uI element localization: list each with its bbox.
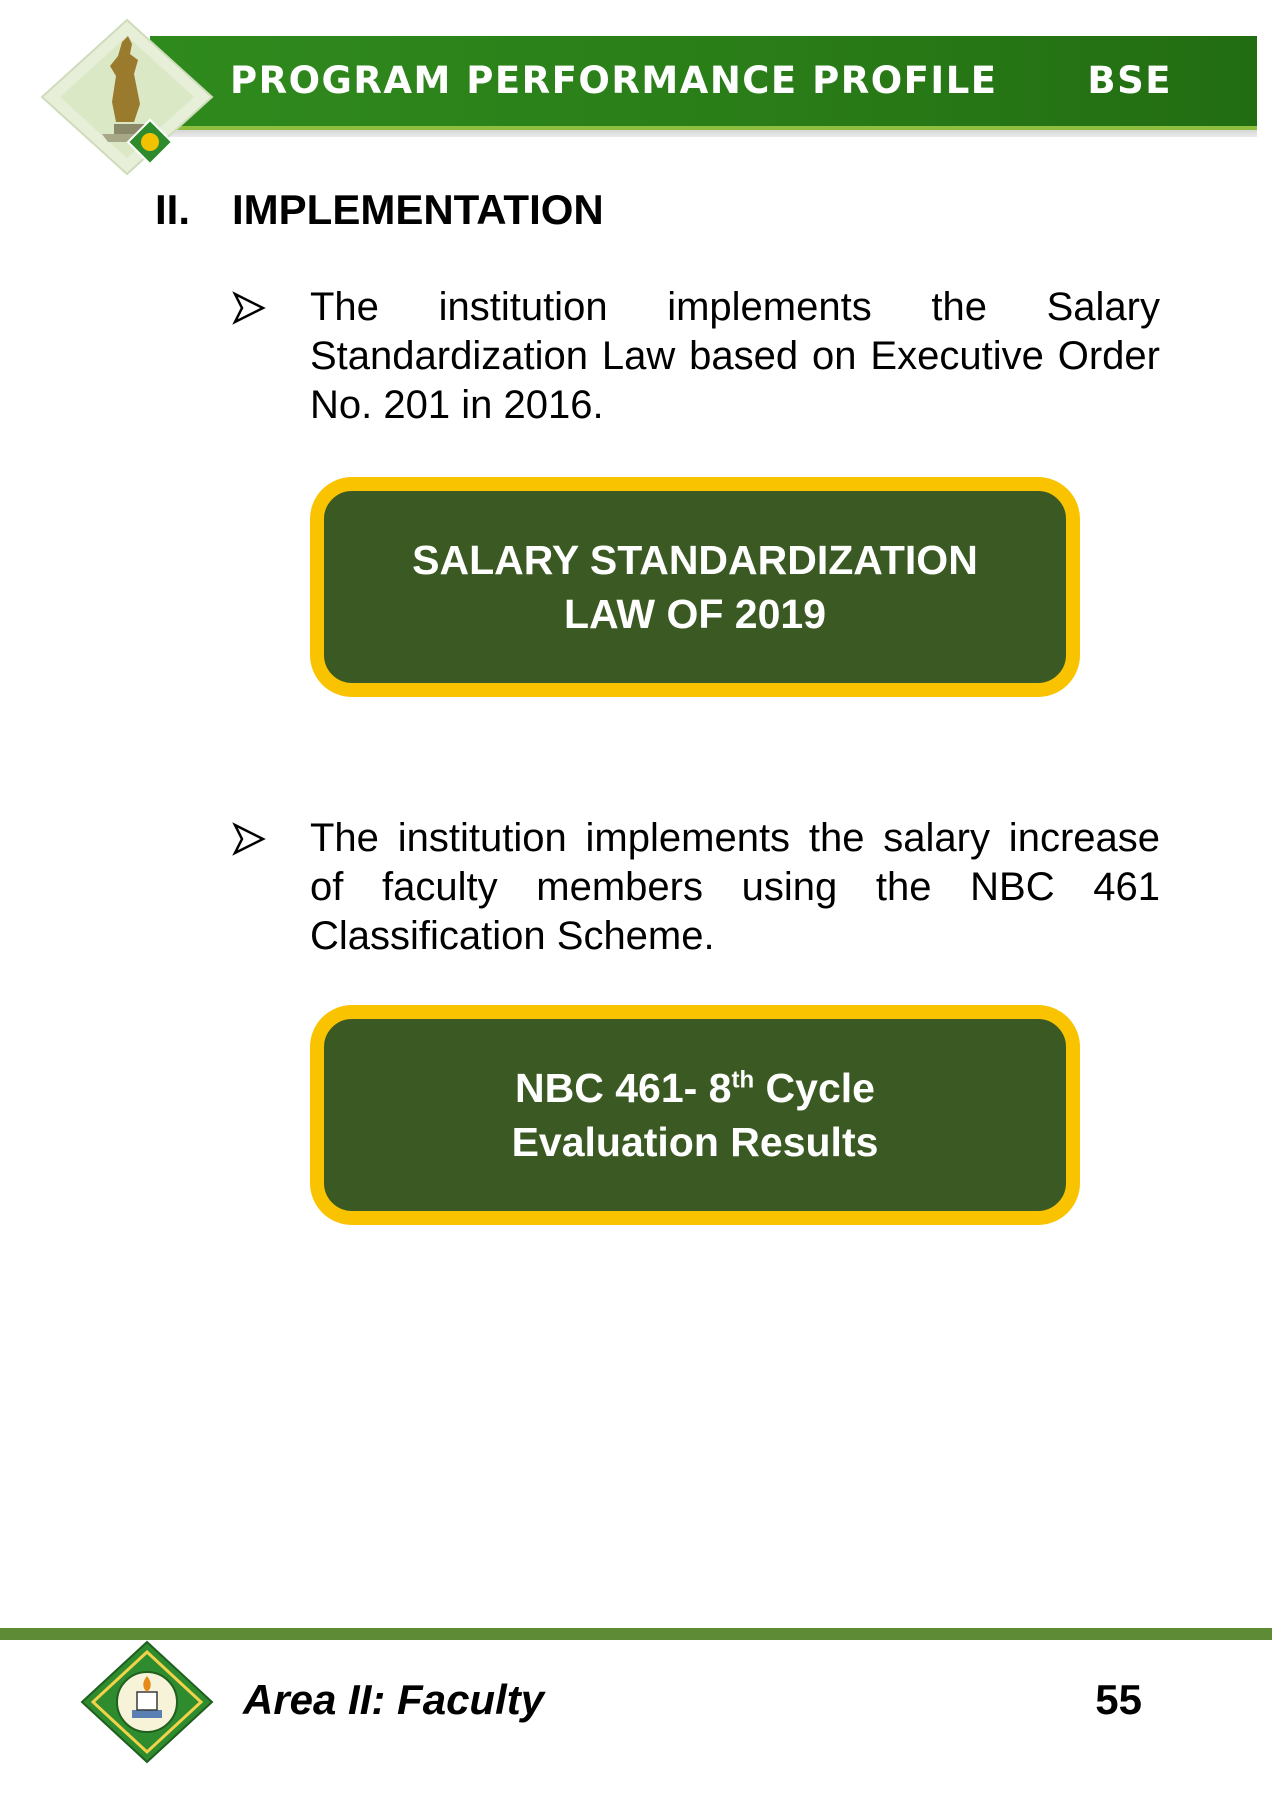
header-title: PROGRAM PERFORMANCE PROFILE [230, 59, 998, 102]
arrow-bullet-icon [232, 822, 266, 856]
bullet-paragraph: The institution implements the salary in… [310, 816, 1160, 958]
footer-rule [0, 1628, 1272, 1640]
salary-standardization-callout: SALARY STANDARDIZATION LAW OF 2019 [310, 477, 1080, 697]
footer-area-label: Area II: Faculty [243, 1676, 545, 1723]
callout-line: NBC 461- 8th Cycle [324, 1061, 1066, 1115]
page-number: 55 [1095, 1676, 1142, 1723]
program-code: BSE [1087, 59, 1172, 102]
callout-line: LAW OF 2019 [563, 591, 826, 637]
callout-superscript: th [731, 1066, 755, 1094]
callout-text: SALARY STANDARDIZATION LAW OF 2019 [324, 533, 1066, 641]
callout-line: Evaluation Results [511, 1119, 879, 1165]
arrow-bullet-icon [232, 291, 266, 325]
callout-line: SALARY STANDARDIZATION [412, 537, 978, 583]
bullet-paragraph: The institution implements the Salary St… [310, 285, 1160, 427]
callout-text: NBC 461- 8th Cycle Evaluation Results [324, 1061, 1066, 1169]
statue-seal-emblem-icon [40, 18, 214, 176]
nbc-461-callout: NBC 461- 8th Cycle Evaluation Results [310, 1005, 1080, 1225]
university-seal-icon [80, 1640, 214, 1764]
callout-line-part: Cycle [754, 1065, 875, 1111]
callout-line-part: NBC 461- 8 [515, 1065, 732, 1111]
section-title: IMPLEMENTATION [232, 186, 604, 233]
section-number: II. [155, 186, 191, 233]
